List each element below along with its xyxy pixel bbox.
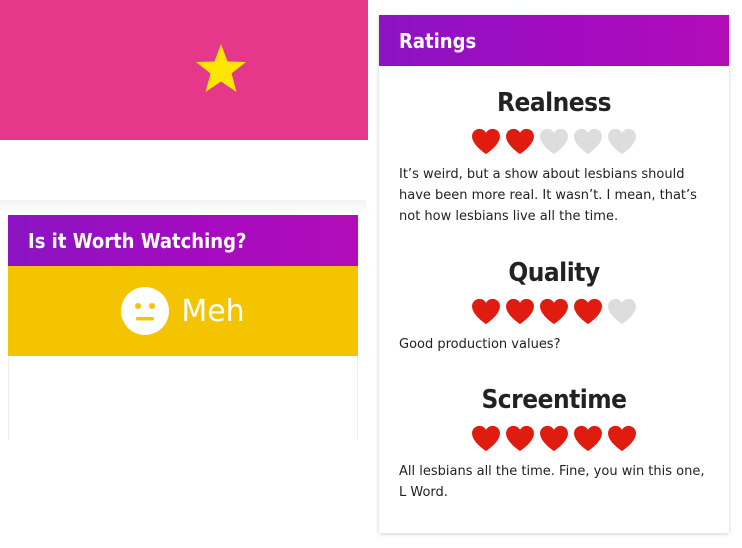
rating-name: Screentime — [481, 385, 627, 415]
worth-watching-body — [8, 356, 358, 440]
rating-description: It’s weird, but a show about lesbians sh… — [399, 167, 697, 224]
heart-filled-icon — [472, 425, 500, 452]
verdict-label: Meh — [181, 293, 245, 329]
heart-filled-icon — [506, 128, 534, 155]
worth-watching-card: Is it Worth Watching? Meh — [8, 215, 358, 440]
rating-quality: Quality Good production values? — [379, 258, 729, 355]
verdict-banner: Meh — [8, 266, 358, 356]
heart-filled-icon — [472, 298, 500, 325]
rating-description: All lesbians all the time. Fine, you win… — [399, 464, 705, 500]
heart-empty-icon — [574, 128, 602, 155]
heart-filled-icon — [540, 425, 568, 452]
heart-filled-icon — [574, 298, 602, 325]
hero-banner — [0, 0, 368, 140]
heart-filled-icon — [540, 298, 568, 325]
neutral-face-icon — [121, 287, 170, 335]
heart-rating — [379, 128, 729, 156]
heart-filled-icon — [472, 128, 500, 155]
heart-filled-icon — [574, 425, 602, 452]
rating-name: Realness — [496, 88, 612, 118]
rating-screentime: Screentime All lesbians all the time. Fi… — [379, 385, 729, 503]
star-icon — [196, 44, 246, 92]
heart-empty-icon — [540, 128, 568, 155]
heart-filled-icon — [506, 298, 534, 325]
ratings-title: Ratings — [379, 15, 729, 66]
heart-filled-icon — [506, 425, 534, 452]
worth-watching-title: Is it Worth Watching? — [8, 215, 358, 266]
heart-empty-icon — [608, 298, 636, 325]
rating-description: Good production values? — [399, 337, 561, 352]
heart-empty-icon — [608, 128, 636, 155]
ratings-card: Ratings Realness It’s weird, but a show … — [379, 15, 729, 533]
rating-name: Quality — [508, 258, 600, 288]
rating-realness: Realness It’s weird, but a show about le… — [379, 88, 729, 227]
heart-filled-icon — [608, 425, 636, 452]
heart-rating — [379, 298, 729, 326]
heart-rating — [379, 425, 729, 453]
